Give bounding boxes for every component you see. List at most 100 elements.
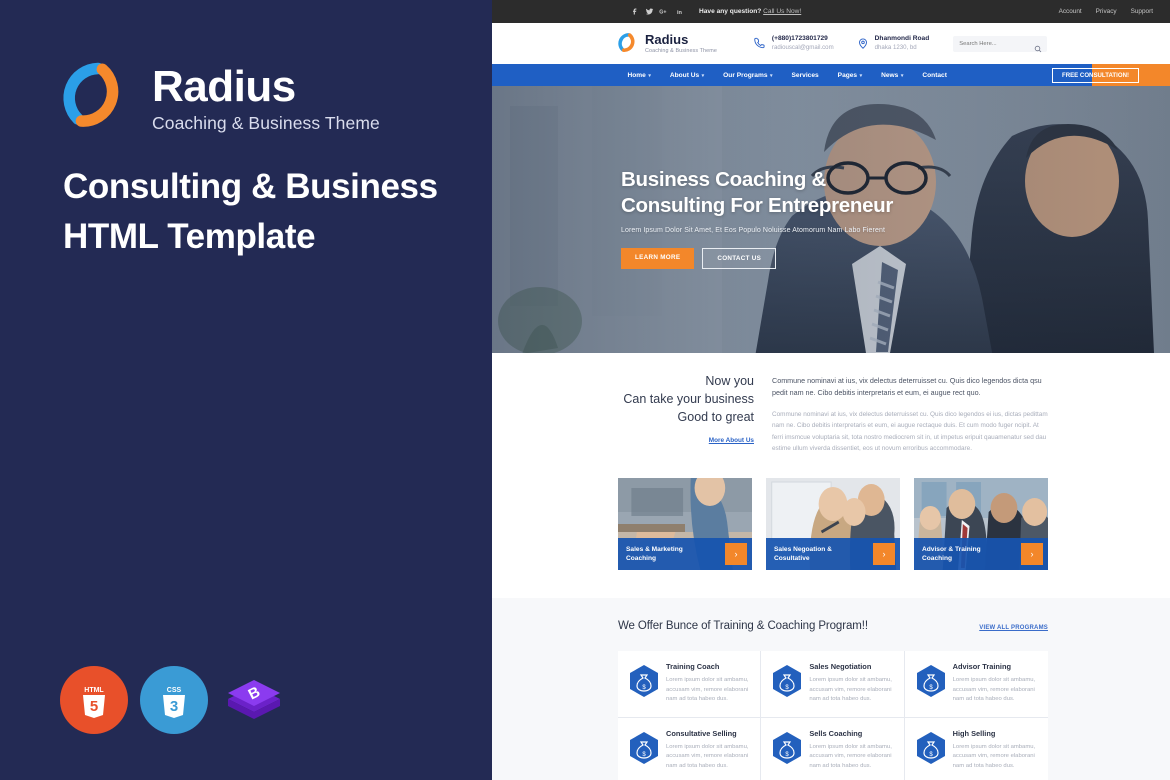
header-address-block: Dhanmondi Road dhaka 1230, bd [856,35,930,51]
nav-label: Home [627,71,646,79]
topbar-link-account[interactable]: Account [1059,8,1082,15]
linkedin-icon[interactable]: in [672,5,687,19]
facebook-icon[interactable] [627,5,642,19]
topbar-links: Account Privacy Support [1059,8,1153,15]
nav-item-our-programs[interactable]: Our Programs ▾ [714,64,782,86]
brand-name: Radius [152,62,296,111]
html5-badge-icon: HTML 5 [60,666,128,734]
service-card-title: Advisor & Training Coaching [922,545,981,563]
search-input[interactable] [959,40,1035,47]
chevron-down-icon: ▾ [859,72,863,79]
search-icon[interactable] [1034,40,1042,52]
learn-more-button[interactable]: LEARN MORE [621,248,695,270]
topbar-link-support[interactable]: Support [1131,8,1153,15]
svg-text:in: in [677,10,683,16]
nav-item-home[interactable]: Home ▾ [618,64,660,86]
service-cards: Sales & Marketing Coaching › Sales Negoa… [492,454,1170,599]
call-us-now-link[interactable]: Call Us Now! [763,8,801,15]
program-item[interactable]: $ Consultative Selling Lorem ipsum dolor… [618,717,762,780]
header-phone-block: (+880)1723801729 radiouscal@gmail.com [753,35,834,51]
program-item[interactable]: $ Sells Coaching Lorem ipsum dolor sit a… [761,717,905,780]
contact-us-button[interactable]: CONTACT US [702,248,777,270]
service-card[interactable]: Sales Negoation & Cosultative › [766,478,900,571]
chevron-right-icon[interactable]: › [873,543,895,566]
program-name: Sells Coaching [809,728,863,738]
nav-item-services[interactable]: Services [782,64,828,86]
chevron-down-icon: ▾ [648,72,651,79]
nav-item-pages[interactable]: Pages ▾ [828,64,871,86]
hero-title-line2: Consulting For Entrepreneur [621,194,894,218]
website-preview: G+ in Have any question? Call Us Now! Ac… [492,0,1170,780]
money-bag-hex-icon: $ [916,731,946,765]
about-paragraph-body: Commune nominavi at ius, vix delectus de… [772,410,1048,452]
svg-text:G+: G+ [659,9,666,15]
site-topbar: G+ in Have any question? Call Us Now! Ac… [492,0,1170,23]
header-email: radiouscal@gmail.com [771,43,834,51]
nav-label: News [881,71,899,79]
money-bag-hex-icon: $ [629,664,659,698]
about-heading-line1: Now you [705,374,754,388]
twitter-icon[interactable] [642,5,657,19]
nav-item-contact[interactable]: Contact [913,64,957,86]
program-desc: Lorem ipsum dolor sit ambamu, accusam vi… [809,677,892,703]
hero-copy: Business Coaching & Consulting For Entre… [621,167,894,270]
header-phone: (+880)1723801729 [771,35,828,43]
programs-grid: $ Training Coach Lorem ipsum dolor sit a… [618,651,1048,780]
header-address-line1: Dhanmondi Road [874,35,930,43]
promo-headline-line2: HTML Template [63,216,316,256]
header-logo-name: Radius [645,31,689,47]
about-section: Now you Can take your business Good to g… [492,353,1170,455]
service-card[interactable]: Sales & Marketing Coaching › [618,478,752,571]
chevron-right-icon[interactable]: › [725,543,747,566]
page-root: Radius Coaching & Business Theme Consult… [0,0,1170,780]
service-card[interactable]: Advisor & Training Coaching › [914,478,1048,571]
program-item[interactable]: $ Training Coach Lorem ipsum dolor sit a… [618,651,762,718]
more-about-us-link[interactable]: More About Us [709,437,754,444]
program-desc: Lorem ipsum dolor sit ambamu, accusam vi… [809,743,892,769]
svg-text:HTML: HTML [84,687,104,694]
program-item[interactable]: $ Advisor Training Lorem ipsum dolor sit… [904,651,1048,718]
program-item[interactable]: $ Sales Negotiation Lorem ipsum dolor si… [761,651,905,718]
program-name: Consultative Selling [666,728,737,738]
google-plus-icon[interactable]: G+ [657,5,672,19]
service-card-title: Sales Negoation & Cosultative [774,545,832,563]
program-desc: Lorem ipsum dolor sit ambamu, accusam vi… [952,743,1036,769]
header-search[interactable] [953,35,1048,52]
chevron-right-icon[interactable]: › [1021,543,1043,566]
view-all-programs-link[interactable]: VIEW ALL PROGRAMS [979,625,1048,631]
hero-title-line1: Business Coaching & [621,168,827,191]
program-desc: Lorem ipsum dolor sit ambamu, accusam vi… [666,677,749,703]
free-consultation-button[interactable]: FREE CONSULTATION! [1051,67,1139,83]
about-paragraph-lead: Commune nominavi at ius, vix delectus de… [772,376,1042,398]
money-bag-hex-icon: $ [772,664,802,698]
hero-banner: Business Coaching & Consulting For Entre… [492,86,1170,353]
svg-text:5: 5 [90,698,98,715]
topbar-question: Have any question? Call Us Now! [699,8,801,15]
topbar-link-privacy[interactable]: Privacy [1096,8,1117,15]
svg-text:3: 3 [170,698,178,715]
program-desc: Lorem ipsum dolor sit ambamu, accusam vi… [952,677,1036,703]
nav-item-news[interactable]: News ▾ [872,64,913,86]
programs-section: We Offer Bunce of Training & Coaching Pr… [492,598,1170,780]
money-bag-hex-icon: $ [916,664,946,698]
chevron-down-icon: ▾ [770,72,773,79]
promo-headline: Consulting & Business HTML Template [63,162,438,261]
program-item[interactable]: $ High Selling Lorem ipsum dolor sit amb… [904,717,1048,780]
bootstrap-badge-icon: B [220,666,288,734]
hero-subtitle: Lorem Ipsum Dolor Sit Amet, Et Eos Popul… [621,227,885,235]
service-card-bar: Sales & Marketing Coaching › [618,538,752,571]
about-heading-line2: Can take your business [623,391,754,406]
nav-label: Our Programs [723,71,768,79]
service-card-bar: Advisor & Training Coaching › [914,538,1048,571]
location-pin-icon [856,36,870,50]
service-card-bar: Sales Negoation & Cosultative › [766,538,900,571]
service-card-title: Sales & Marketing Coaching [626,545,683,563]
nav-label: Contact [922,71,947,79]
left-promo-panel: Radius Coaching & Business Theme Consult… [0,0,492,780]
nav-item-about-us[interactable]: About Us ▾ [660,64,713,86]
money-bag-hex-icon: $ [629,731,659,765]
header-logo[interactable]: Radius Coaching & Business Theme [618,31,717,54]
radius-ring-logo-icon [618,33,639,54]
programs-title: We Offer Bunce of Training & Coaching Pr… [618,620,868,633]
tech-badges: HTML 5 CSS 3 B [60,666,288,734]
